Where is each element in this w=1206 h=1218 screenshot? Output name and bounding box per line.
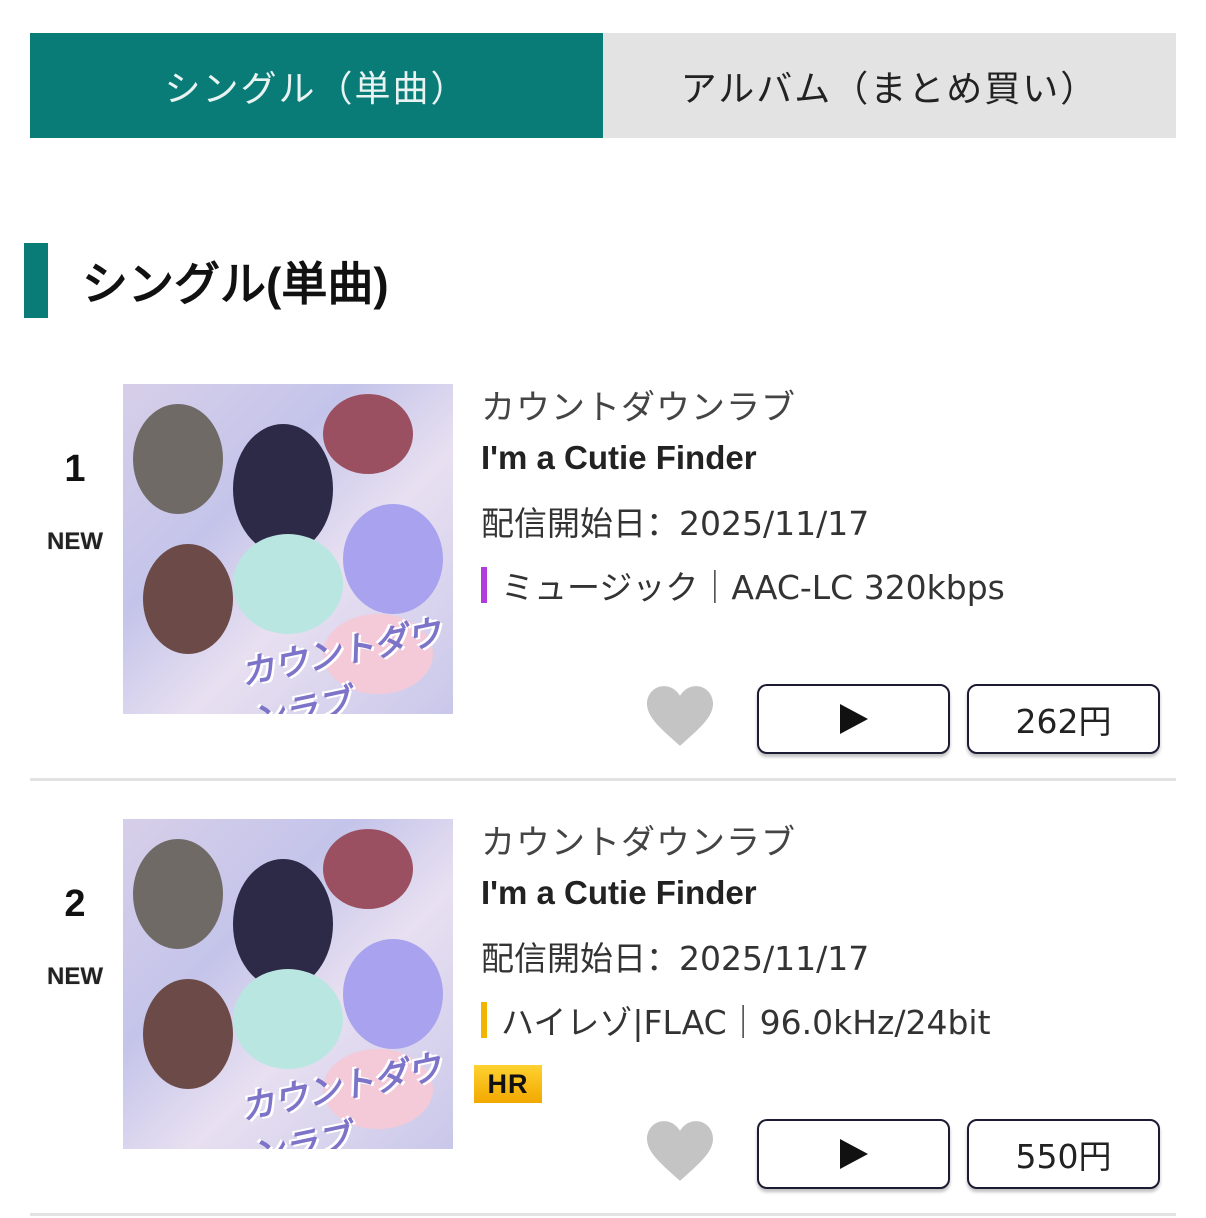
play-icon bbox=[839, 704, 868, 734]
play-icon bbox=[839, 1139, 868, 1169]
section-heading: シングル(単曲) bbox=[24, 243, 389, 318]
track-row: 1 NEW カウントダウンラブ カウントダウンラブ I'm a Cutie Fi… bbox=[30, 380, 1176, 783]
cover-art-shape bbox=[343, 504, 443, 614]
format-label: ハイレゾ|FLAC｜96.0kHz/24bit bbox=[501, 1003, 991, 1042]
format-color-tick bbox=[481, 1002, 487, 1038]
play-button[interactable] bbox=[757, 684, 950, 754]
section-accent-bar bbox=[24, 243, 48, 318]
track-meta: カウントダウンラブ I'm a Cutie Finder 配信開始日：2025/… bbox=[481, 815, 991, 1044]
tab-single[interactable]: シングル（単曲） bbox=[30, 33, 603, 138]
track-meta: カウントダウンラブ I'm a Cutie Finder 配信開始日：2025/… bbox=[481, 380, 1005, 609]
album-cover[interactable]: カウントダウンラブ bbox=[123, 819, 453, 1149]
cover-art-shape bbox=[133, 404, 223, 514]
track-title[interactable]: I'm a Cutie Finder bbox=[481, 439, 1005, 477]
row-divider bbox=[30, 1213, 1176, 1216]
tab-album[interactable]: アルバム（まとめ買い） bbox=[603, 33, 1176, 138]
rank-number: 2 bbox=[64, 883, 86, 925]
cover-art-shape bbox=[143, 979, 233, 1089]
release-date: 配信開始日：2025/11/17 bbox=[481, 504, 870, 543]
tab-bar: シングル（単曲） アルバム（まとめ買い） bbox=[30, 33, 1176, 138]
cover-art-shape bbox=[323, 829, 413, 909]
cover-art-shape bbox=[133, 839, 223, 949]
buy-price-button[interactable]: 262円 bbox=[967, 684, 1160, 754]
album-cover[interactable]: カウントダウンラブ bbox=[123, 384, 453, 714]
rank-number: 1 bbox=[64, 448, 86, 490]
track-title[interactable]: I'm a Cutie Finder bbox=[481, 874, 991, 912]
format-info: ハイレゾ|FLAC｜96.0kHz/24bit bbox=[481, 996, 991, 1044]
track-row: 2 NEW カウントダウンラブ カウントダウンラブ I'm a Cutie Fi… bbox=[30, 815, 1176, 1218]
row-divider bbox=[30, 778, 1176, 781]
favorite-heart-icon[interactable] bbox=[647, 686, 713, 748]
format-info: ミュージック｜AAC-LC 320kbps bbox=[481, 561, 1005, 609]
release-date: 配信開始日：2025/11/17 bbox=[481, 939, 870, 978]
cover-art-shape bbox=[233, 534, 343, 634]
cover-art-shape bbox=[143, 544, 233, 654]
format-label: ミュージック｜AAC-LC 320kbps bbox=[501, 568, 1005, 607]
new-badge: NEW bbox=[47, 963, 103, 990]
cover-art-shape bbox=[233, 969, 343, 1069]
hi-res-badge: HR bbox=[474, 1065, 542, 1103]
favorite-heart-icon[interactable] bbox=[647, 1121, 713, 1183]
new-badge: NEW bbox=[47, 528, 103, 555]
buy-price-button[interactable]: 550円 bbox=[967, 1119, 1160, 1189]
cover-art-shape bbox=[343, 939, 443, 1049]
play-button[interactable] bbox=[757, 1119, 950, 1189]
section-title: シングル(単曲) bbox=[82, 257, 389, 310]
format-color-tick bbox=[481, 567, 487, 603]
cover-art-shape bbox=[323, 394, 413, 474]
artist-name[interactable]: カウントダウンラブ bbox=[481, 380, 1005, 429]
artist-name[interactable]: カウントダウンラブ bbox=[481, 815, 991, 864]
